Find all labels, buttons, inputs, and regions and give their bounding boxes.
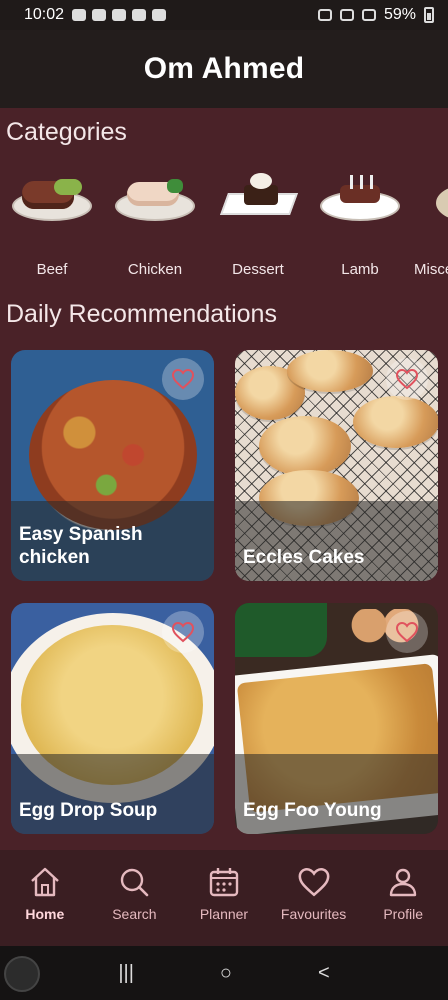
recipe-title: Easy Spanish chicken: [19, 524, 143, 568]
recipe-card[interactable]: Eccles Cakes: [235, 350, 438, 581]
heart-icon: [296, 864, 332, 900]
card-caption: [235, 501, 438, 581]
category-misc[interactable]: Misce: [402, 165, 448, 278]
calendar-icon: [206, 864, 242, 900]
wifi-icon: [339, 9, 354, 21]
nav-home[interactable]: Home: [0, 850, 90, 946]
card-caption: [11, 754, 214, 834]
heart-outline-icon: [395, 368, 419, 390]
search-icon: [116, 864, 152, 900]
favourite-button[interactable]: [386, 358, 428, 400]
notification-icons: [72, 9, 167, 21]
battery-percent: 59%: [383, 6, 416, 23]
chat-icon: [112, 9, 127, 21]
heart-outline-icon: [395, 621, 419, 643]
nav-favourites[interactable]: Favourites: [269, 850, 359, 946]
favourite-button[interactable]: [162, 611, 204, 653]
categories-row[interactable]: Beef Chicken Dessert Lamb Misce: [0, 165, 448, 280]
home-icon: [27, 864, 63, 900]
category-chicken[interactable]: Chicken: [103, 165, 207, 278]
nav-label: Favourites: [280, 906, 347, 922]
floating-badge-icon[interactable]: [4, 956, 40, 992]
nav-planner[interactable]: Planner: [179, 850, 269, 946]
chicken-image: [111, 173, 199, 233]
status-right: 59%: [317, 6, 434, 24]
app-header: Om Ahmed: [0, 30, 448, 108]
linkedin-icon: [92, 9, 107, 21]
category-label: Beef: [36, 261, 68, 278]
favourite-button[interactable]: [162, 358, 204, 400]
nav-label: Search: [112, 906, 157, 922]
recipe-title: Egg Drop Soup: [19, 800, 158, 821]
category-beef[interactable]: Beef: [0, 165, 104, 278]
bottom-navigation: Home Search Planner Favourites Profile: [0, 850, 448, 946]
category-label: Dessert: [232, 261, 284, 278]
category-label: Misce: [414, 261, 448, 278]
recipe-card[interactable]: Easy Spanish chicken: [11, 350, 214, 581]
misc-image: [410, 173, 448, 233]
signal-icon: [361, 9, 376, 21]
recipe-card[interactable]: Egg Drop Soup: [11, 603, 214, 834]
profile-icon: [385, 864, 421, 900]
recipe-card[interactable]: Egg Foo Young: [235, 603, 438, 834]
battery-icon: [424, 7, 434, 23]
category-lamb[interactable]: Lamb: [308, 165, 412, 278]
category-label: Lamb: [341, 261, 379, 278]
status-time: 10:02: [24, 6, 65, 23]
heart-outline-icon: [171, 621, 195, 643]
nav-label: Home: [25, 906, 65, 922]
favourite-button[interactable]: [386, 611, 428, 653]
image-icon: [152, 9, 167, 21]
nav-label: Planner: [199, 906, 249, 922]
app-title: Om Ahmed: [143, 52, 305, 85]
recents-button[interactable]: |||: [118, 962, 134, 985]
alarm-icon: [317, 9, 332, 21]
back-button[interactable]: <: [318, 962, 330, 985]
categories-title: Categories: [6, 118, 127, 146]
gallery-icon: [132, 9, 147, 21]
category-label: Chicken: [127, 261, 183, 278]
nav-label: Profile: [383, 906, 424, 922]
messenger-icon: [72, 9, 87, 21]
nav-search[interactable]: Search: [90, 850, 180, 946]
category-dessert[interactable]: Dessert: [206, 165, 310, 278]
lamb-image: [316, 173, 404, 233]
status-bar: 10:02 59%: [0, 0, 448, 30]
recommendations-title: Daily Recommendations: [6, 300, 277, 328]
beef-image: [8, 173, 96, 233]
recipe-title: Egg Foo Young: [243, 800, 382, 821]
heart-outline-icon: [171, 368, 195, 390]
card-caption: [235, 754, 438, 834]
dessert-image: [214, 173, 302, 233]
recipe-title: Eccles Cakes: [243, 547, 365, 568]
system-navigation: ||| ○ <: [0, 946, 448, 1000]
home-button[interactable]: ○: [220, 962, 232, 985]
nav-profile[interactable]: Profile: [358, 850, 448, 946]
